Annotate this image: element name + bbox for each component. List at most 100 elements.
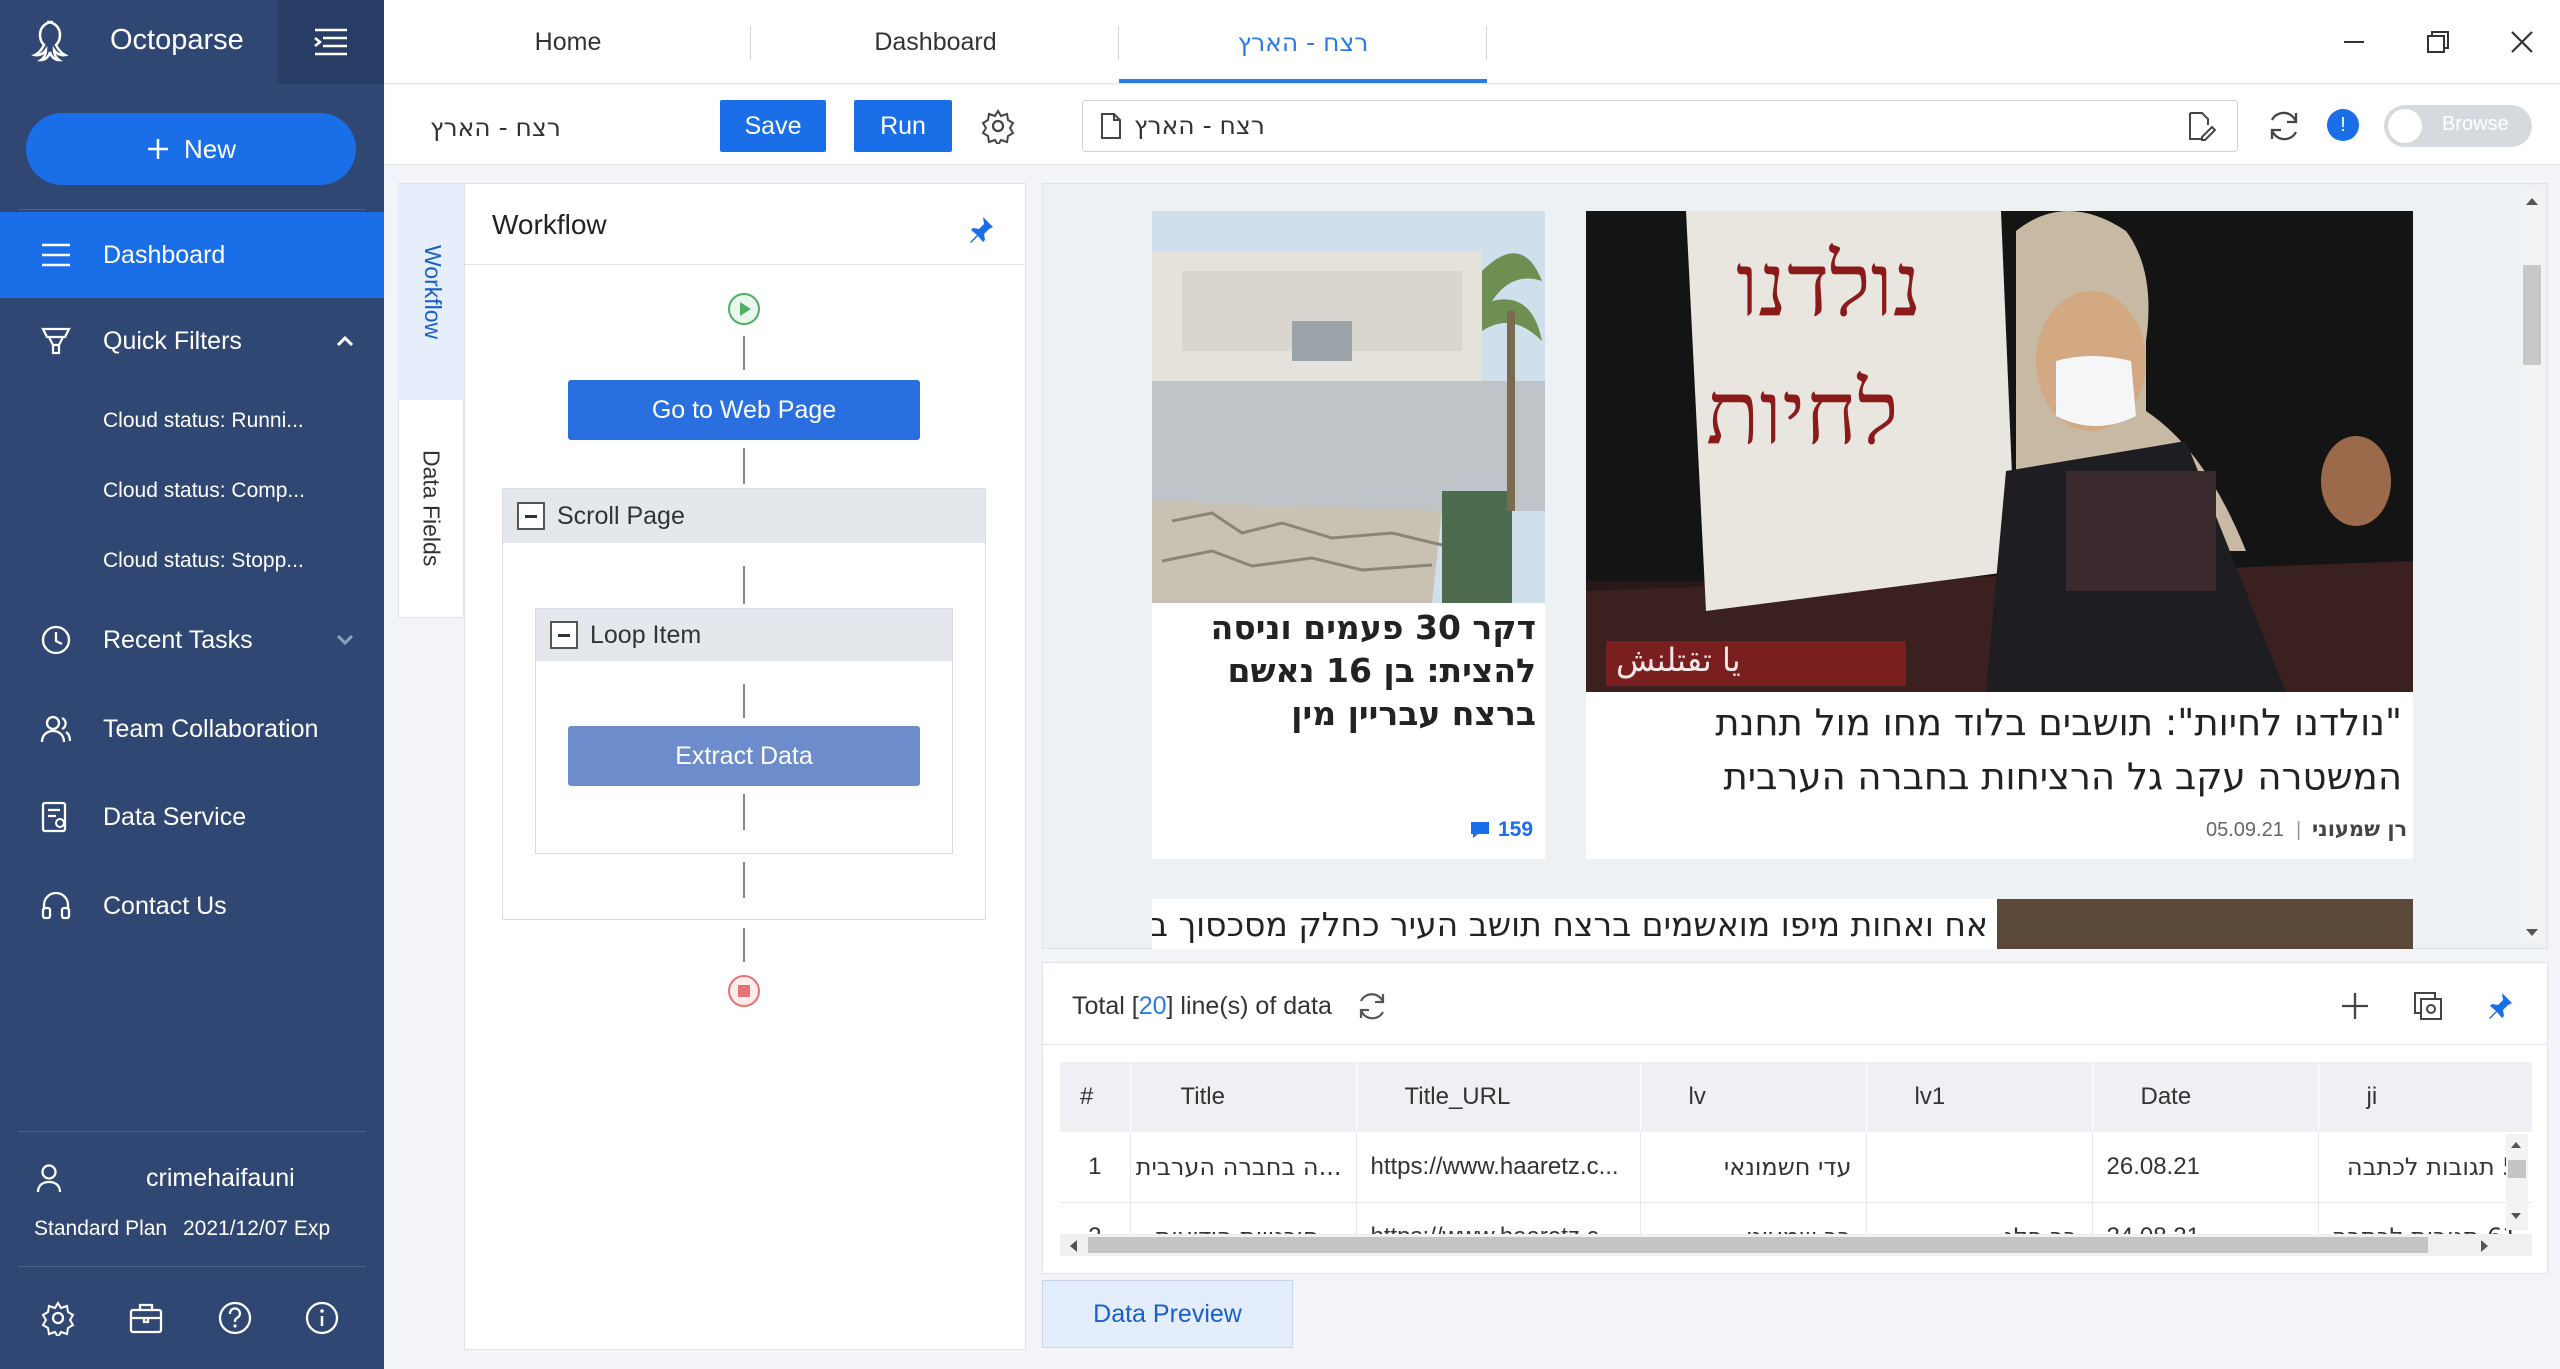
step-extract-data[interactable]: Extract Data	[568, 726, 920, 786]
pin-icon[interactable]	[2485, 990, 2515, 1020]
tab-dashboard[interactable]: Dashboard	[752, 0, 1119, 84]
sidebar-item-label: Contact Us	[103, 891, 227, 920]
pin-icon[interactable]	[966, 214, 996, 244]
collapse-icon[interactable]	[550, 621, 578, 649]
run-button[interactable]: Run	[854, 100, 952, 152]
refresh-icon[interactable]	[2266, 108, 2302, 144]
article-headline-next[interactable]: אח ואחות מיפו מואשמים ברצח תושב העיר כחל…	[1152, 905, 1988, 944]
column-header[interactable]: ji	[2318, 1062, 2532, 1132]
scroll-left-icon[interactable]	[1068, 1239, 1078, 1253]
sidebar-divider	[18, 1266, 366, 1267]
close-button[interactable]	[2502, 22, 2542, 62]
cell-lv: בר שמעוני	[1640, 1202, 1867, 1234]
new-task-button[interactable]: New	[26, 113, 356, 185]
side-tab-workflow[interactable]: Workflow	[398, 184, 464, 400]
scroll-right-icon[interactable]	[2480, 1239, 2490, 1253]
sidebar-divider	[18, 1131, 366, 1132]
briefcase-icon[interactable]	[128, 1300, 168, 1340]
cell-title: ...סוכנויות הידיעות	[1130, 1202, 1357, 1234]
sidebar-item-label: Dashboard	[103, 240, 226, 269]
help-icon[interactable]	[217, 1300, 257, 1340]
cell-lv1	[1866, 1132, 2093, 1203]
tab-home[interactable]: Home	[384, 0, 752, 84]
gear-icon[interactable]	[980, 108, 1016, 144]
menu-collapse-button[interactable]	[277, 0, 384, 84]
collapse-icon[interactable]	[517, 502, 545, 530]
article-headline-main[interactable]: "נולדנו לחיות": תושבים בלוד מחו מול תחנת…	[1610, 696, 2402, 804]
table-vscroll-thumb[interactable]	[2508, 1160, 2526, 1178]
scroll-page-header[interactable]: Scroll Page	[503, 489, 985, 543]
tab-task[interactable]: רצח - הארץ	[1119, 0, 1487, 84]
scroll-down-icon[interactable]	[2525, 928, 2539, 938]
scroll-up-icon[interactable]	[2510, 1140, 2522, 1149]
column-header[interactable]: lv	[1640, 1062, 1867, 1132]
cell-lv: עדי חשמונאי	[1640, 1132, 1867, 1203]
column-header[interactable]: #	[1060, 1062, 1131, 1132]
quick-filter-completed[interactable]: Cloud status: Comp...	[103, 479, 373, 503]
plus-icon	[147, 139, 168, 159]
column-header[interactable]: lv1	[1866, 1062, 2093, 1132]
list-icon	[40, 241, 72, 269]
workflow-divider	[464, 264, 1026, 265]
sidebar: Octoparse New Dashboard Quick Filters Cl…	[0, 0, 384, 1369]
add-field-icon[interactable]	[2340, 991, 2370, 1021]
sidebar-item-label: Quick Filters	[103, 326, 242, 355]
browser-scroll-thumb[interactable]	[2523, 265, 2541, 365]
sign-text-2: לחיות	[1706, 361, 1899, 464]
chevron-up-icon	[336, 335, 354, 347]
article-card-next[interactable]: אח ואחות מיפו מואשמים ברצח תושב העיר כחל…	[1152, 899, 2413, 949]
tab-separator	[750, 26, 751, 60]
data-table: # Title Title_URL lv lv1 Date ji 1 ...ה …	[1060, 1062, 2532, 1234]
column-header[interactable]: Title	[1130, 1062, 1357, 1132]
article-headline-left[interactable]: דקר 30 פעמים וניסה להצית: בן 16 נאשם ברצ…	[1170, 606, 1536, 735]
cell-ji: 61 תגובות לכתבה	[2318, 1202, 2532, 1234]
column-header[interactable]: Date	[2092, 1062, 2319, 1132]
sidebar-item-contact-us[interactable]: Contact Us	[0, 863, 384, 949]
octopus-logo-icon	[30, 18, 76, 64]
quick-filter-running[interactable]: Cloud status: Runni...	[103, 409, 373, 433]
tab-data-preview[interactable]: Data Preview	[1042, 1280, 1293, 1348]
refresh-data-icon[interactable]	[1356, 990, 1388, 1022]
side-tab-data-fields[interactable]: Data Fields	[398, 400, 464, 617]
quick-filter-stopped[interactable]: Cloud status: Stopp...	[103, 549, 373, 573]
task-name[interactable]: רצח - הארץ	[430, 113, 561, 142]
row-count-value: 20	[1138, 992, 1167, 1020]
workflow-title: Workflow	[492, 209, 607, 240]
step-go-to-web-page[interactable]: Go to Web Page	[568, 380, 920, 440]
article-image-main: נולדנו לחיות يا تقتلنش	[1586, 211, 2413, 692]
plan-expiry: 2021/12/07 Exp	[183, 1217, 331, 1240]
data-table-wrap: # Title Title_URL lv lv1 Date ji 1 ...ה …	[1060, 1062, 2532, 1234]
settings-icon[interactable]	[40, 1300, 80, 1340]
field-settings-icon[interactable]	[2412, 990, 2444, 1022]
cell-ji: 5 תגובות לכתבה	[2318, 1132, 2532, 1203]
sidebar-item-dashboard[interactable]: Dashboard	[0, 212, 384, 298]
row-count: Total [20] line(s) of data	[1072, 992, 1332, 1021]
info-icon[interactable]	[304, 1300, 344, 1340]
table-scroll-thumb[interactable]	[1088, 1237, 2428, 1253]
sidebar-item-recent-tasks[interactable]: Recent Tasks	[0, 597, 384, 683]
scroll-up-icon[interactable]	[2525, 196, 2539, 206]
column-header[interactable]: Title_URL	[1356, 1062, 1641, 1132]
cell-title: ...ה בחברה הערבית	[1130, 1132, 1357, 1203]
table-row[interactable]: 1 ...ה בחברה הערבית https://www.haaretz.…	[1060, 1132, 2532, 1203]
flow-arrow	[743, 566, 745, 604]
save-button[interactable]: Save	[720, 100, 826, 152]
loop-item-header[interactable]: Loop Item	[536, 609, 952, 661]
page-icon	[1100, 112, 1122, 140]
notification-badge[interactable]: !	[2327, 109, 2359, 141]
table-row[interactable]: 2 ...סוכנויות הידיעות https://www.haaret…	[1060, 1202, 2532, 1234]
sidebar-item-data-service[interactable]: Data Service	[0, 774, 384, 860]
cell-title-url: https://www.haaretz.c...	[1356, 1202, 1641, 1234]
filter-icon	[40, 326, 72, 356]
sidebar-item-team-collaboration[interactable]: Team Collaboration	[0, 686, 384, 772]
sidebar-item-label: Team Collaboration	[103, 714, 319, 743]
flow-arrow	[743, 862, 745, 898]
edit-page-icon[interactable]	[2188, 111, 2216, 141]
menu-icon	[313, 28, 347, 56]
sidebar-item-label: Data Service	[103, 802, 247, 831]
sidebar-item-quick-filters[interactable]: Quick Filters	[0, 298, 384, 384]
scroll-down-icon[interactable]	[2510, 1212, 2522, 1221]
clock-icon	[40, 624, 72, 656]
minimize-button[interactable]	[2334, 22, 2374, 62]
restore-button[interactable]	[2418, 22, 2458, 62]
